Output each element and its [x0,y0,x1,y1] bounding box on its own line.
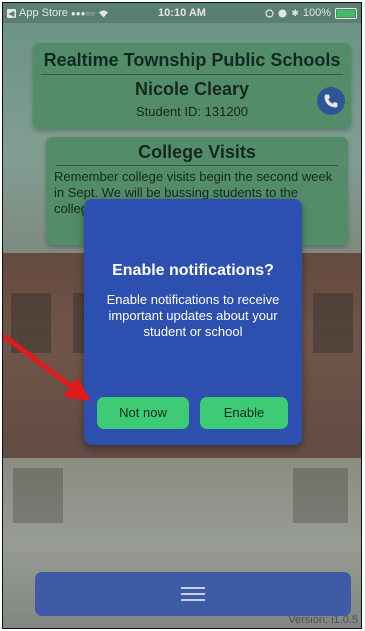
app-screen: ◀ App Store ●●●○○ 10:10 AM ✱ 100% Realti… [2,2,362,629]
enable-button[interactable]: Enable [200,397,288,429]
hamburger-menu-icon[interactable] [181,587,205,601]
bottom-menu-bar[interactable] [35,572,351,616]
dialog-title: Enable notifications? [112,262,274,279]
version-label: Version: i1.0.5 [288,614,358,626]
notification-permission-dialog: Enable notifications? Enable notificatio… [84,199,302,445]
red-arrow-annotation [3,334,91,401]
dialog-message: Enable notifications to receive importan… [106,292,280,339]
